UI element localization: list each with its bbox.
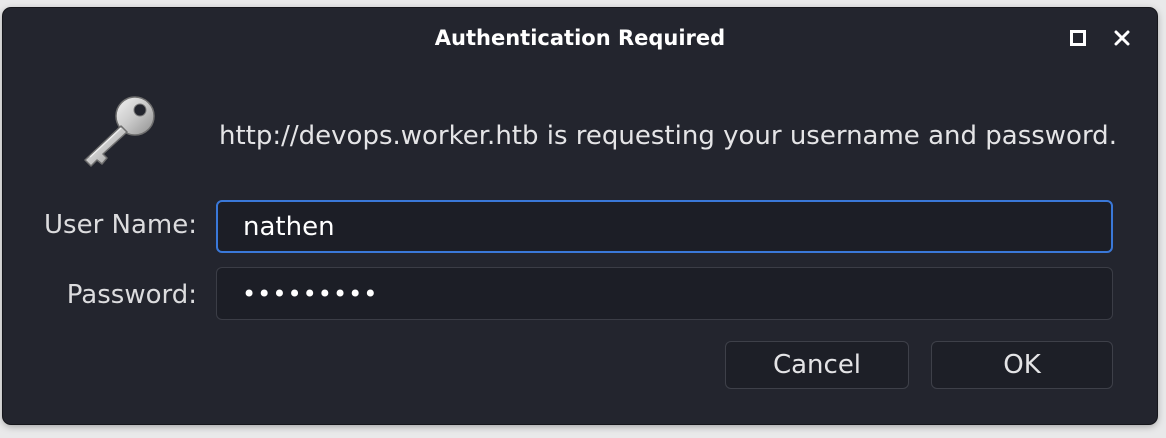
username-label: User Name: (44, 210, 197, 240)
auth-dialog: Authentication Required http://devops.wo… (3, 8, 1157, 424)
password-label: Password: (66, 280, 197, 310)
key-icon (84, 96, 155, 167)
cancel-button[interactable]: Cancel (725, 341, 909, 389)
close-icon (1114, 30, 1130, 46)
dialog-title: Authentication Required (434, 26, 726, 50)
close-button[interactable] (1110, 26, 1134, 50)
title-bar[interactable]: Authentication Required (3, 8, 1157, 66)
password-field[interactable]: ••••••••• (216, 267, 1113, 320)
maximize-icon (1070, 30, 1086, 46)
maximize-button[interactable] (1066, 26, 1090, 50)
ok-button[interactable]: OK (931, 341, 1113, 389)
auth-message: http://devops.worker.htb is requesting y… (219, 121, 1117, 151)
username-field[interactable]: nathen (216, 200, 1113, 253)
